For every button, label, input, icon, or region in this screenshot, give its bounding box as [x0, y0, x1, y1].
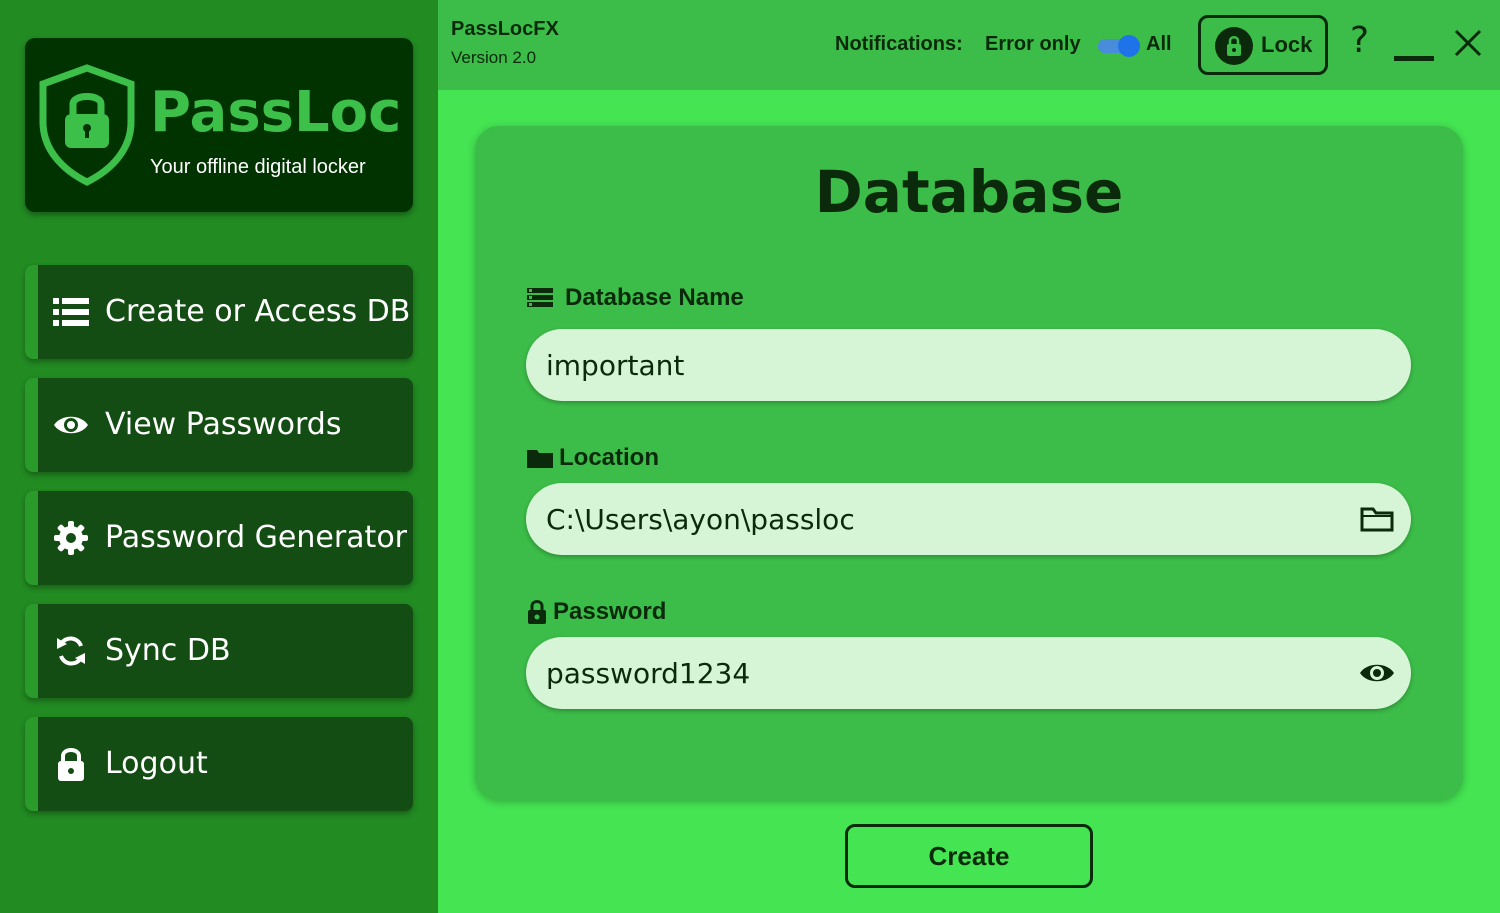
sidebar: PassLoc Your offline digital locker Crea… [0, 0, 438, 913]
nav-accent-stripe [25, 604, 38, 698]
notifications-toggle[interactable] [1098, 35, 1140, 57]
lock-icon [53, 746, 89, 782]
sidebar-item-logout[interactable]: Logout [25, 717, 413, 811]
brand-panel: PassLoc Your offline digital locker [25, 38, 413, 212]
list-icon [53, 294, 89, 330]
close-button[interactable] [1453, 28, 1483, 58]
help-button[interactable]: ? [1350, 20, 1369, 61]
list-icon [527, 288, 553, 308]
app-version: Version 2.0 [451, 48, 537, 67]
sidebar-item-label: Password Generator [105, 520, 408, 555]
sidebar-item-create-or-access-db[interactable]: Create or Access DB [25, 265, 413, 359]
lock-button[interactable]: Lock [1198, 15, 1328, 75]
location-field [526, 483, 1411, 555]
location-label-text: Location [559, 444, 659, 471]
nav-accent-stripe [25, 265, 38, 359]
shield-lock-logo-icon [37, 64, 137, 191]
minimize-button[interactable] [1394, 56, 1434, 61]
brand-title: PassLoc [150, 80, 402, 145]
password-label-text: Password [553, 598, 667, 625]
folder-icon [527, 448, 553, 468]
sync-icon [53, 633, 89, 669]
nav-accent-stripe [25, 717, 38, 811]
password-field [526, 637, 1411, 709]
location-label: Location [527, 444, 659, 472]
show-password-eye-icon[interactable] [1359, 655, 1395, 691]
password-label: Password [527, 598, 666, 626]
database-name-label-text: Database Name [565, 284, 744, 311]
notifications-label: Notifications: [835, 33, 963, 55]
nav-accent-stripe [25, 491, 38, 585]
sidebar-item-password-generator[interactable]: Password Generator [25, 491, 413, 585]
notifications-option-all: All [1146, 33, 1172, 55]
lock-icon [527, 599, 547, 625]
sidebar-item-label: Create or Access DB [105, 294, 411, 329]
eye-icon [53, 407, 89, 443]
sidebar-item-view-passwords[interactable]: View Passwords [25, 378, 413, 472]
database-name-field [526, 329, 1411, 401]
database-name-label: Database Name [527, 284, 744, 312]
lock-button-label: Lock [1261, 32, 1313, 57]
title-bar: PassLocFX Version 2.0 Notifications: Err… [438, 0, 1500, 90]
database-card: Database Database Name Location [475, 126, 1463, 800]
location-input[interactable] [546, 483, 1346, 555]
database-name-input[interactable] [546, 329, 1346, 401]
notifications-option-error-only: Error only [985, 33, 1081, 55]
password-input[interactable] [546, 637, 1346, 709]
page-title: Database [814, 158, 1124, 226]
sidebar-item-label: View Passwords [105, 407, 342, 442]
lock-icon [1215, 27, 1253, 65]
gear-icon [53, 520, 89, 556]
toggle-knob [1118, 35, 1140, 57]
sidebar-item-label: Logout [105, 746, 208, 781]
browse-folder-icon[interactable] [1359, 501, 1395, 537]
sidebar-item-sync-db[interactable]: Sync DB [25, 604, 413, 698]
sidebar-item-label: Sync DB [105, 633, 231, 668]
nav-accent-stripe [25, 378, 38, 472]
brand-subtitle: Your offline digital locker [150, 156, 366, 178]
app-name: PassLocFX [451, 18, 559, 40]
create-button[interactable]: Create [845, 824, 1093, 888]
close-icon [1454, 29, 1482, 57]
